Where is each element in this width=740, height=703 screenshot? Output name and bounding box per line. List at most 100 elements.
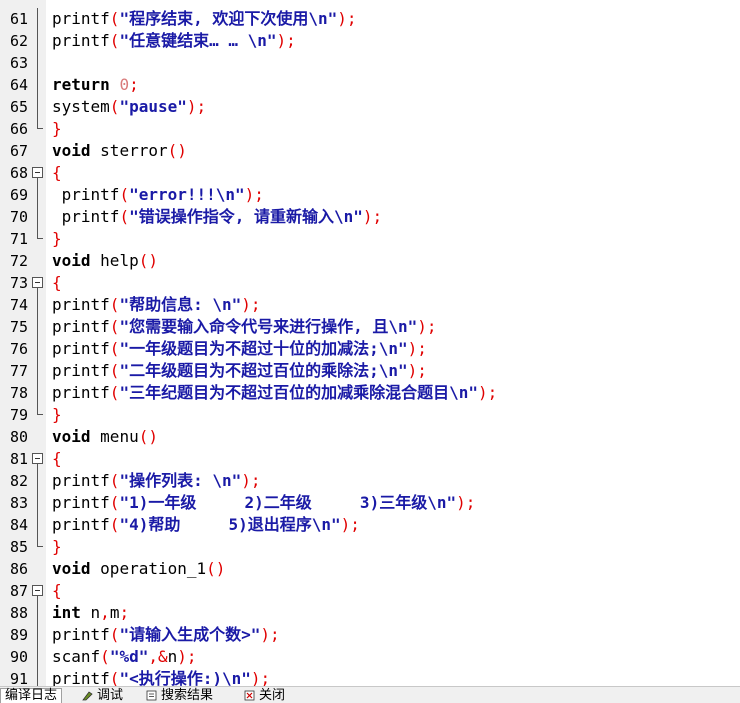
code-line[interactable]: 77 printf("二年级题目为不超过百位的乘除法;\n"); (0, 360, 740, 382)
code-token-id: m (109, 603, 120, 622)
tab-close[interactable]: 关闭 (244, 689, 285, 703)
fold-guide (32, 96, 44, 118)
code-token-br: ( (109, 493, 120, 512)
code-line[interactable]: 68 { (0, 162, 740, 184)
code-token-id: system (52, 97, 110, 116)
code-line[interactable]: 87 { (0, 580, 740, 602)
code-token-id: printf (52, 185, 120, 204)
fold-toggle-icon[interactable] (32, 162, 44, 184)
code-text: printf("请输入生成个数>"); (52, 624, 280, 646)
code-text: } (52, 228, 62, 250)
code-line[interactable]: 80 void menu() (0, 426, 740, 448)
code-line[interactable]: 79} (0, 404, 740, 426)
code-token-br: ( (109, 97, 120, 116)
fold-guide (32, 52, 44, 74)
tab-debug[interactable]: 调试 (82, 689, 123, 703)
code-token-kw: void (52, 251, 101, 270)
fold-toggle-icon[interactable] (32, 580, 44, 602)
code-line[interactable]: 66} (0, 118, 740, 140)
code-line[interactable]: 64 return 0; (0, 74, 740, 96)
code-line[interactable]: 84 printf("4)帮助 5)退出程序\n"); (0, 514, 740, 536)
code-line[interactable]: 86 void operation_1() (0, 558, 740, 580)
code-text: printf("error!!!\n"); (52, 184, 264, 206)
code-line[interactable]: 67 void sterror() (0, 140, 740, 162)
fold-guide (32, 140, 44, 162)
code-line[interactable]: 91 printf("<执行操作:)\n"); (0, 668, 740, 686)
line-number: 85 (9, 538, 28, 556)
code-token-str: "帮助信息: \n" (119, 295, 242, 314)
fold-guide (32, 514, 44, 536)
code-text: printf("您需要输入命令代号来进行操作, 且\n"); (52, 316, 437, 338)
code-token-str: "任意键结束… … \n" (119, 31, 277, 50)
code-line[interactable]: 78 printf("三年纪题目为不超过百位的加减乘除混合题目\n"); (0, 382, 740, 404)
code-token-str: "您需要输入命令代号来进行操作, 且\n" (119, 317, 418, 336)
fold-toggle-icon[interactable] (32, 272, 44, 294)
line-number: 77 (9, 362, 28, 380)
code-line[interactable]: 81 { (0, 448, 740, 470)
fold-guide (32, 426, 44, 448)
line-number: 68 (9, 164, 28, 182)
code-token-br: } (52, 537, 62, 556)
code-token-br: ); (241, 471, 261, 490)
code-token-br: ( (109, 515, 120, 534)
code-line[interactable]: 89 printf("请输入生成个数>"); (0, 624, 740, 646)
line-number: 72 (9, 252, 28, 270)
code-token-kw: return (52, 75, 120, 94)
code-line[interactable]: 70 printf("错误操作指令, 请重新输入\n"); (0, 206, 740, 228)
code-line[interactable]: 63 (0, 52, 740, 74)
code-token-id: printf (52, 361, 110, 380)
code-token-br: ,& (148, 647, 168, 666)
line-number: 69 (9, 186, 28, 204)
fold-guide (32, 536, 44, 558)
fold-toggle-icon[interactable] (32, 448, 44, 470)
code-text: printf("操作列表: \n"); (52, 470, 261, 492)
tab-compile-log[interactable]: 编译日志 (0, 688, 63, 703)
code-token-br: ( (109, 9, 120, 28)
code-line[interactable]: 90 scanf("%d",&n); (0, 646, 740, 668)
code-token-br: { (52, 273, 62, 292)
code-token-kw: int (52, 603, 91, 622)
code-token-br: ); (456, 493, 476, 512)
code-token-str: "1)一年级 2)二年级 3)三年级\n" (119, 493, 457, 512)
code-token-str: "pause" (119, 97, 187, 116)
code-token-br: ); (407, 361, 427, 380)
code-token-br: ( (119, 185, 130, 204)
code-line[interactable]: 75 printf("您需要输入命令代号来进行操作, 且\n"); (0, 316, 740, 338)
fold-guide (32, 646, 44, 668)
code-token-br: ( (109, 669, 120, 686)
line-number: 73 (9, 274, 28, 292)
code-line[interactable]: 65 system("pause"); (0, 96, 740, 118)
code-line[interactable]: 71} (0, 228, 740, 250)
code-editor[interactable]: 61 printf("程序结束, 欢迎下次使用\n"); 62 printf("任意键… (0, 0, 740, 686)
code-line[interactable]: 73 { (0, 272, 740, 294)
code-token-br: ); (260, 625, 280, 644)
code-line[interactable]: 85} (0, 536, 740, 558)
code-token-id: printf (52, 515, 110, 534)
code-text: void sterror() (52, 140, 187, 162)
code-token-br: ( (109, 339, 120, 358)
code-line[interactable]: 74 printf("帮助信息: \n"); (0, 294, 740, 316)
search-results-icon (146, 690, 157, 701)
code-line[interactable]: 76 printf("一年级题目为不超过十位的加减法;\n"); (0, 338, 740, 360)
code-line[interactable]: 72 void help() (0, 250, 740, 272)
code-token-br: ); (244, 185, 264, 204)
code-text: { (52, 272, 62, 294)
code-token-str: "二年级题目为不超过百位的乘除法;\n" (119, 361, 408, 380)
tab-search-results[interactable]: 搜索结果 (146, 689, 213, 703)
code-line[interactable]: 83 printf("1)一年级 2)二年级 3)三年级\n"); (0, 492, 740, 514)
code-token-br: ( (109, 383, 120, 402)
code-line[interactable]: 61 printf("程序结束, 欢迎下次使用\n"); (0, 8, 740, 30)
line-number: 88 (9, 604, 28, 622)
fold-guide (32, 250, 44, 272)
code-line[interactable]: 82 printf("操作列表: \n"); (0, 470, 740, 492)
code-text: printf("二年级题目为不超过百位的乘除法;\n"); (52, 360, 427, 382)
code-token-br: () (206, 559, 226, 578)
code-line[interactable]: 88 int n,m; (0, 602, 740, 624)
code-token-br: ; (119, 603, 130, 622)
line-number: 81 (9, 450, 28, 468)
code-text: { (52, 162, 62, 184)
code-line[interactable]: 62 printf("任意键结束… … \n"); (0, 30, 740, 52)
line-number: 80 (9, 428, 28, 446)
code-line[interactable]: 69 printf("error!!!\n"); (0, 184, 740, 206)
code-token-kw: void (52, 559, 101, 578)
